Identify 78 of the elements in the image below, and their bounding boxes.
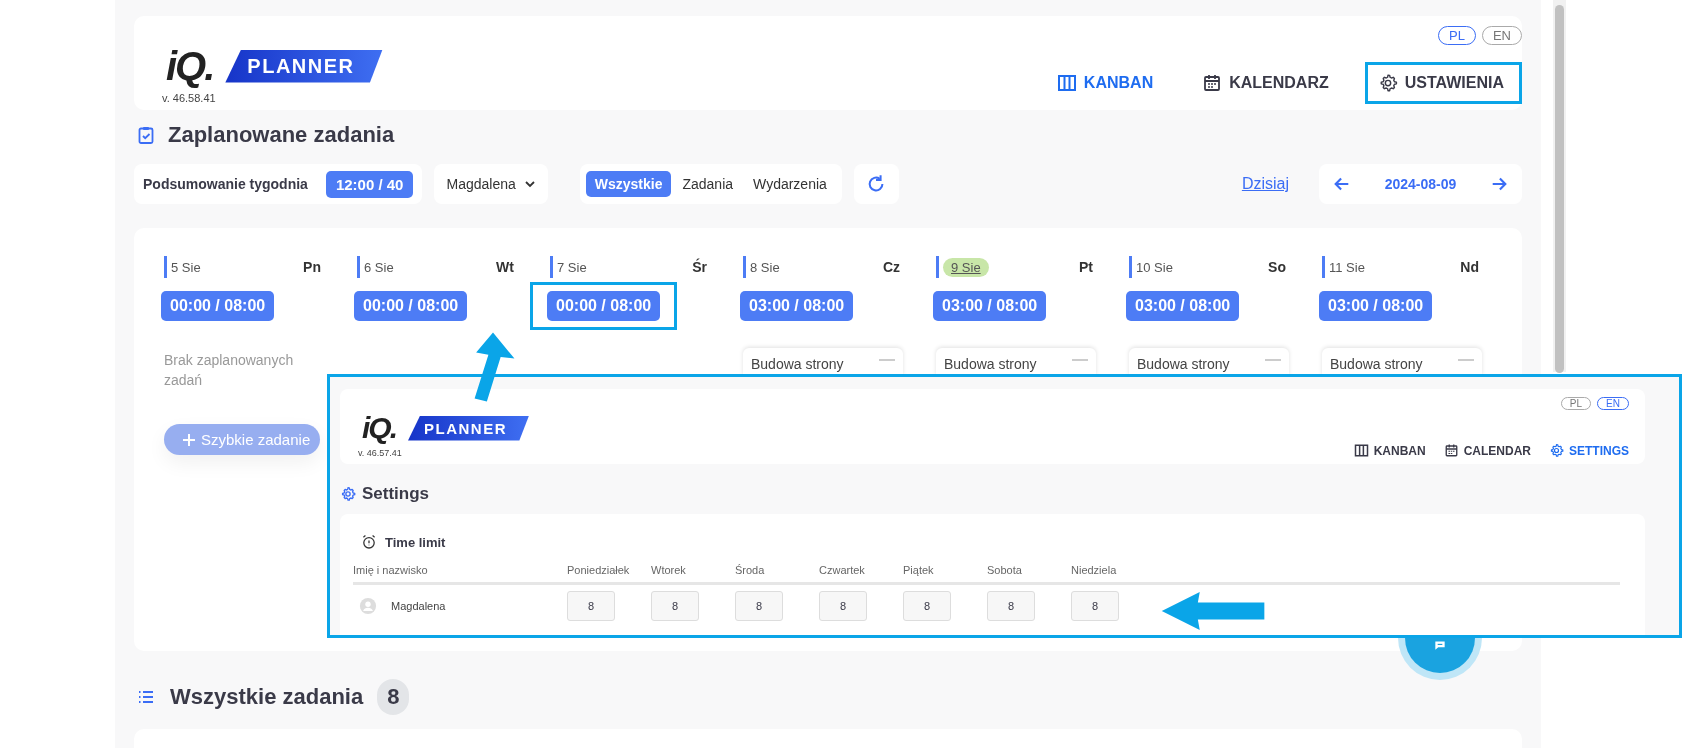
columns-icon	[1056, 73, 1077, 93]
weekday-label: Cz	[882, 259, 900, 275]
hours-input[interactable]: 8	[819, 591, 867, 621]
arrow-left-icon[interactable]	[1333, 175, 1351, 193]
column-header: Czwartek	[819, 564, 866, 576]
day-date: 8 Sie	[750, 258, 781, 277]
nav-link[interactable]: SETTINGS	[1549, 443, 1629, 458]
person-name: Magdalena	[391, 600, 446, 612]
nav-link[interactable]: CALENDAR	[1443, 443, 1531, 458]
clipboard-check-icon	[136, 125, 156, 145]
nav-link[interactable]: KANBAN	[1353, 443, 1426, 458]
settings-icon	[1549, 443, 1564, 458]
weekday-label: Pt	[1079, 259, 1093, 275]
arrow-right-icon[interactable]	[1490, 175, 1508, 193]
calendar-icon	[1443, 443, 1459, 458]
column-header: Imię i nazwisko	[353, 564, 429, 576]
weekday-label: So	[1268, 259, 1286, 275]
filter-tab[interactable]: Zadania	[673, 171, 743, 197]
plus-icon	[182, 432, 196, 447]
hours-input[interactable]: 8	[1071, 591, 1119, 621]
day-date: 11 Sie	[1329, 258, 1366, 277]
version-label: v. 46.58.41	[162, 92, 217, 104]
column-header: Poniedziałek	[567, 564, 631, 576]
nav-link[interactable]: KANBAN	[1043, 62, 1172, 104]
weekday-label: Pn	[303, 259, 321, 275]
hours-chip: 03:00 / 08:00	[1319, 291, 1433, 321]
filter-tab[interactable]: Wszystkie	[585, 171, 672, 197]
refresh-button[interactable]	[853, 164, 899, 204]
section-title: Wszystkie zadania	[170, 684, 364, 710]
empty-message: Brak zaplanowanych zadań	[164, 351, 295, 390]
weekday-label: Nd	[1460, 259, 1479, 275]
column-header: Wtorek	[651, 564, 687, 576]
current-date: 2024-08-09	[1384, 176, 1457, 192]
today-link[interactable]: Dzisiaj	[1241, 175, 1289, 193]
filter-tab[interactable]: Wydarzenia	[744, 171, 836, 197]
weekday-label: Wt	[496, 259, 514, 275]
task-count: 8	[377, 679, 410, 715]
nav-link[interactable]: USTAWIENIA	[1364, 62, 1522, 104]
page-title: Zaplanowane zadania	[168, 122, 395, 148]
day-date: 10 Sie	[1136, 258, 1174, 277]
summary-label: Podsumowanie tygodnia	[143, 176, 308, 192]
column-header: Niedziela	[1071, 564, 1118, 576]
hours-chip: 00:00 / 08:00	[547, 291, 661, 321]
column-header: Środa	[735, 564, 766, 576]
scrollbar[interactable]	[1553, 0, 1566, 372]
day-date: 5 Sie	[171, 258, 202, 277]
day-date: 7 Sie	[557, 258, 588, 277]
avatar-icon	[359, 597, 377, 615]
hours-chip: 03:00 / 08:00	[740, 291, 854, 321]
task-card[interactable]: Budowa strony	[1129, 348, 1289, 376]
day-date: 9 Sie	[943, 257, 989, 277]
column-header: Sobota	[987, 564, 1023, 576]
card-title: Time limit	[385, 534, 446, 550]
task-card[interactable]: Budowa strony	[936, 348, 1096, 376]
summary-value: 12:00 / 40	[325, 170, 414, 198]
calendar-icon	[1202, 73, 1223, 93]
task-card[interactable]: Budowa strony	[743, 348, 903, 376]
task-card[interactable]: Budowa strony	[1322, 348, 1482, 376]
column-header: Piątek	[903, 564, 935, 576]
settings-title: Settings	[362, 484, 430, 504]
hours-chip: 03:00 / 08:00	[1126, 291, 1240, 321]
hours-input[interactable]: 8	[651, 591, 699, 621]
hours-input[interactable]: 8	[987, 591, 1035, 621]
hours-input[interactable]: 8	[567, 591, 615, 621]
settings-icon	[340, 486, 356, 502]
weekday-label: Śr	[692, 259, 707, 275]
person-dropdown[interactable]: Magdalena	[434, 164, 548, 204]
hours-input[interactable]: 8	[903, 591, 951, 621]
alarm-clock-icon	[361, 534, 377, 550]
chevron-down-icon	[523, 178, 536, 190]
hours-chip: 03:00 / 08:00	[933, 291, 1047, 321]
hours-chip: 00:00 / 08:00	[161, 291, 275, 321]
columns-icon	[1353, 443, 1369, 458]
hours-input[interactable]: 8	[735, 591, 783, 621]
day-date: 6 Sie	[364, 258, 395, 277]
hours-chip: 00:00 / 08:00	[354, 291, 468, 321]
nav-link[interactable]: KALENDARZ	[1189, 62, 1347, 104]
version-label: v. 46.57.41	[358, 448, 403, 458]
